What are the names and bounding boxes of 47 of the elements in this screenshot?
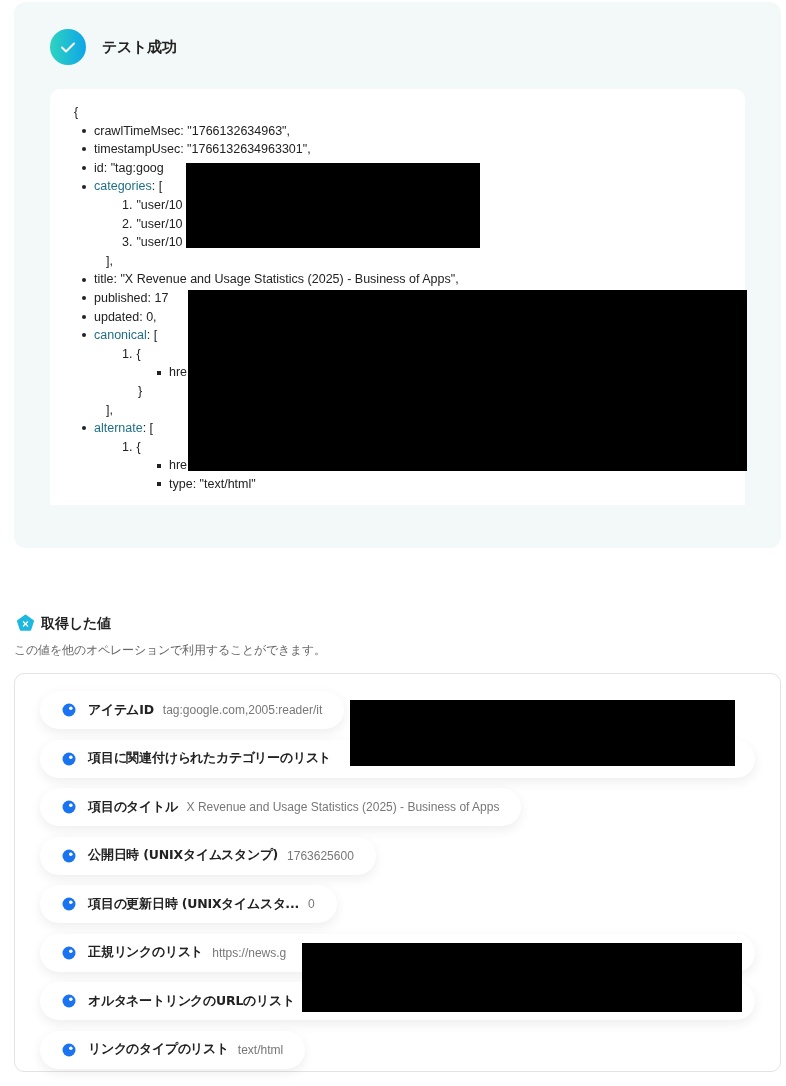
value-chip[interactable]: リンクのタイプのリスト text/html (40, 1030, 306, 1069)
code-text: updated: 0, (94, 308, 157, 326)
code-text: : [ (151, 178, 163, 196)
value-chip[interactable]: 項目のタイトル X Revenue and Usage Statistics (2025) - Business of Apps (40, 788, 522, 826)
result-title: テスト成功 (102, 37, 177, 57)
dot-icon (62, 945, 76, 960)
dot-icon (62, 994, 76, 1008)
code-text: { (136, 345, 141, 363)
check-icon (50, 29, 86, 65)
code-text: } (138, 382, 143, 400)
code-key: alternate (94, 419, 143, 438)
dot-icon (62, 848, 76, 863)
section-description: この値を他のオペレーションで利用することができます。 (14, 642, 327, 659)
code-text: ], (106, 401, 113, 419)
section-title: 取得した値 (41, 614, 111, 633)
code-text: hre (169, 364, 188, 382)
list-number: 1. (122, 438, 133, 456)
code-text: { (136, 438, 141, 456)
code-text: crawlTimeMsec: "1766132634963", (94, 122, 290, 140)
code-text: title: "X Revenue and Usage Statistics (2025) - Business of Apps", (94, 271, 459, 289)
variable-icon (16, 614, 35, 633)
code-text: ], (106, 252, 113, 270)
value-chip[interactable]: 項目の更新日時 (UNIXタイムスタ... 0 (40, 885, 337, 923)
code-text: timestampUsec: "1766132634963301", (94, 141, 311, 159)
value-chip[interactable]: 公開日時 (UNIXタイムスタンプ) 1763625600 (40, 836, 376, 875)
code-text: : [ (142, 420, 154, 438)
dot-icon (62, 703, 76, 717)
code-text: "user/10 (136, 215, 183, 233)
list-number: 2. (122, 215, 133, 233)
code-text: : [ (146, 327, 158, 345)
code-key: canonical (94, 326, 147, 345)
code-text: "user/10 (136, 234, 183, 252)
dot-icon (62, 800, 76, 814)
dot-icon (62, 751, 76, 766)
list-number: 1. (122, 196, 133, 214)
value-chip[interactable]: アイテムID tag:google.com,2005:reader/it (40, 691, 345, 729)
dot-icon (62, 897, 76, 911)
list-number: 1. (122, 345, 133, 363)
dot-icon (62, 1042, 76, 1057)
list-number: 3. (122, 234, 133, 252)
code-text: published: 17 (94, 289, 169, 307)
code-text: hre (169, 457, 188, 475)
code-text: { (74, 104, 80, 121)
code-key: categories (94, 177, 152, 196)
code-text: type: "text/html" (169, 475, 256, 493)
code-text: "user/10 (136, 196, 183, 214)
code-text: id: "tag:goog (94, 159, 164, 177)
